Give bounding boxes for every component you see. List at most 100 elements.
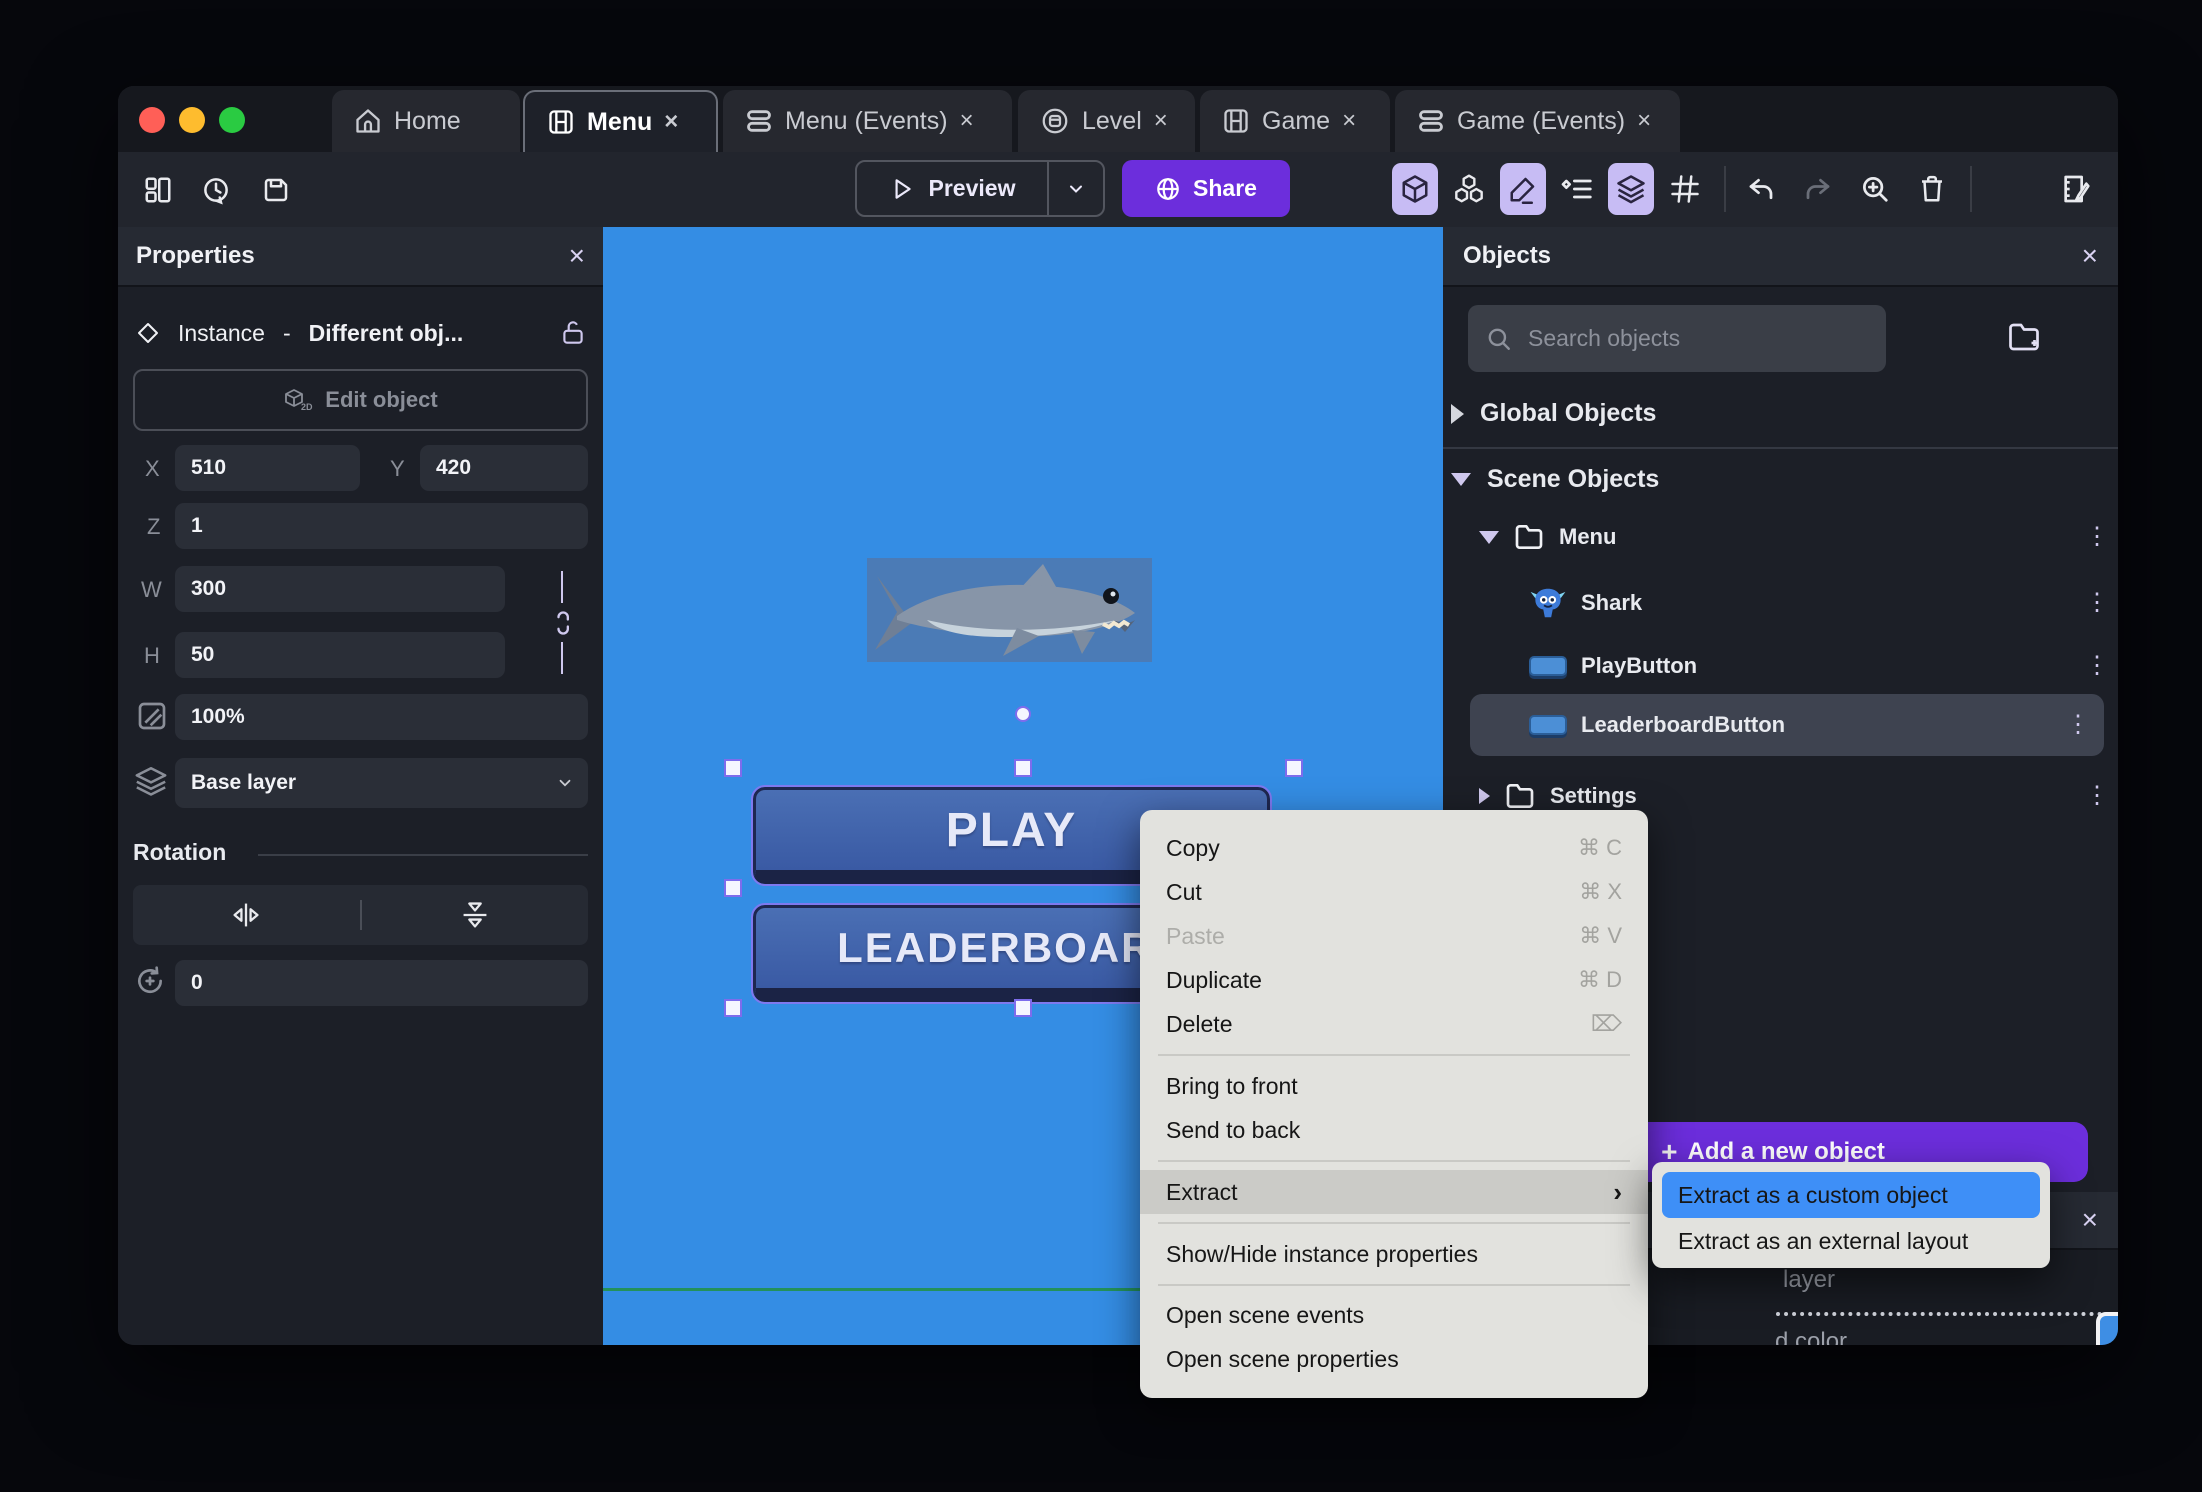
tab-label: Game [1262, 106, 1331, 135]
kebab-menu-icon[interactable]: ⋮ [2066, 713, 2090, 737]
selection-handle-top-center[interactable] [1014, 759, 1032, 777]
rotation-angle-field[interactable] [175, 960, 588, 1006]
selection-handle-mid-left[interactable] [724, 879, 742, 897]
object-search-box[interactable] [1468, 305, 1886, 372]
search-input[interactable] [1526, 324, 1826, 353]
traffic-light-zoom-button[interactable] [219, 107, 245, 133]
menu-item-extract[interactable]: Extract › [1140, 1170, 1648, 1215]
kebab-menu-icon[interactable]: ⋮ [2085, 784, 2109, 808]
share-button[interactable]: Share [1122, 160, 1290, 217]
traffic-light-close-button[interactable] [139, 107, 165, 133]
rotate-angle-icon [134, 965, 166, 997]
tab-level[interactable]: Level × [1018, 90, 1195, 152]
global-objects-group[interactable]: Global Objects [1451, 399, 1656, 428]
pencil-icon[interactable] [1500, 163, 1546, 215]
selection-handle-top-right[interactable] [1285, 759, 1303, 777]
preview-button[interactable]: Preview [857, 162, 1047, 215]
objects-group-icon[interactable] [1446, 163, 1492, 215]
tree-item-label: Shark [1581, 590, 1643, 615]
preview-dropdown-button[interactable] [1049, 162, 1103, 215]
globe-icon [1155, 176, 1181, 202]
traffic-light-minimize-button[interactable] [179, 107, 205, 133]
tab-home[interactable]: Home [332, 90, 520, 152]
background-color-swatch[interactable] [2096, 1312, 2118, 1345]
leaderboard-button-label: LEADERBOARD [837, 924, 1186, 971]
y-field[interactable] [420, 445, 588, 491]
menu-item-delete[interactable]: Delete ⌦ [1140, 1002, 1648, 1046]
selection-handle-top-left[interactable] [724, 759, 742, 777]
objects-panel-title: Objects [1463, 242, 1552, 269]
tree-row-leaderboardbutton-selected[interactable]: LeaderboardButton ⋮ [1470, 694, 2104, 756]
close-icon[interactable]: × [569, 242, 585, 270]
flip-horizontal-icon [230, 900, 262, 930]
caret-right-icon [1451, 403, 1464, 424]
menu-item-shortcut: ⌘ C [1578, 835, 1622, 861]
rotation-handle[interactable] [1015, 706, 1031, 722]
cube-2d-icon: 2D [283, 387, 313, 413]
menu-item-send-to-back[interactable]: Send to back [1140, 1108, 1648, 1152]
folder-icon [1513, 521, 1545, 553]
h-field[interactable] [175, 632, 505, 678]
trash-icon[interactable] [1909, 163, 1955, 215]
zoom-in-icon[interactable] [1852, 163, 1898, 215]
tab-close-icon[interactable]: × [960, 107, 974, 135]
rename-icon[interactable] [2050, 163, 2100, 215]
tree-row-shark[interactable]: Shark ⋮ [1529, 579, 2109, 627]
w-field[interactable] [175, 566, 505, 612]
flip-horizontal-button[interactable] [133, 900, 360, 930]
close-icon[interactable]: × [2082, 1206, 2098, 1234]
kebab-menu-icon[interactable]: ⋮ [2085, 591, 2109, 615]
tree-item-label: Menu [1559, 524, 1617, 549]
tab-game[interactable]: Game × [1200, 90, 1390, 152]
kebab-menu-icon[interactable]: ⋮ [2085, 654, 2109, 678]
menu-item-paste[interactable]: Paste ⌘ V [1140, 914, 1648, 958]
unlock-icon[interactable] [560, 319, 586, 347]
layers-icon[interactable] [1608, 163, 1654, 215]
tab-game-events[interactable]: Game (Events) × [1395, 90, 1680, 152]
tab-menu[interactable]: Menu × [523, 90, 718, 152]
scene-objects-group[interactable]: Scene Objects [1451, 465, 1659, 494]
link-size-icon[interactable] [548, 609, 576, 637]
menu-item-cut[interactable]: Cut ⌘ X [1140, 870, 1648, 914]
redo-icon[interactable] [1795, 163, 1841, 215]
menu-item-copy[interactable]: Copy ⌘ C [1140, 826, 1648, 870]
tab-menu-events[interactable]: Menu (Events) × [723, 90, 1012, 152]
x-field[interactable] [175, 445, 360, 491]
toolbar-divider [1970, 166, 1972, 212]
layout-icon[interactable] [136, 168, 180, 212]
menu-item-open-scene-events[interactable]: Open scene events [1140, 1294, 1648, 1338]
instance-list-icon[interactable] [1554, 163, 1600, 215]
z-field[interactable] [175, 503, 588, 549]
delete-key-icon: ⌦ [1590, 1011, 1622, 1037]
tab-close-icon[interactable]: × [1637, 107, 1651, 135]
menu-item-duplicate[interactable]: Duplicate ⌘ D [1140, 958, 1648, 1002]
grid-icon[interactable] [1662, 163, 1708, 215]
submenu-item-extract-external-layout[interactable]: Extract as an external layout [1662, 1218, 2040, 1264]
undo-icon[interactable] [1738, 163, 1784, 215]
submenu-item-extract-custom-object[interactable]: Extract as a custom object [1662, 1172, 2040, 1218]
tree-row-playbutton[interactable]: PlayButton ⋮ [1529, 642, 2109, 690]
tab-close-icon[interactable]: × [1342, 107, 1356, 135]
flip-vertical-button[interactable] [362, 899, 589, 931]
kebab-menu-icon[interactable]: ⋮ [2085, 525, 2109, 549]
menu-item-show-hide-instance-properties[interactable]: Show/Hide instance properties [1140, 1232, 1648, 1276]
tab-close-icon[interactable]: × [1154, 107, 1168, 135]
menu-item-bring-to-front[interactable]: Bring to front [1140, 1064, 1648, 1108]
menu-item-label: Bring to front [1166, 1072, 1298, 1099]
history-icon[interactable] [194, 168, 238, 212]
add-folder-icon[interactable] [2006, 319, 2042, 355]
menu-item-open-scene-properties[interactable]: Open scene properties [1140, 1338, 1648, 1382]
selection-handle-bottom-left[interactable] [724, 999, 742, 1017]
layer-select[interactable]: Base layer [175, 758, 588, 808]
menu-item-label: Duplicate [1166, 966, 1262, 993]
shark-sprite[interactable] [867, 558, 1152, 662]
tab-close-icon[interactable]: × [664, 108, 678, 136]
cube-3d-icon[interactable] [1392, 163, 1438, 215]
opacity-field[interactable] [175, 694, 588, 740]
close-icon[interactable]: × [2082, 242, 2098, 270]
group-label: Scene Objects [1487, 465, 1660, 493]
edit-object-button[interactable]: 2D Edit object [133, 369, 588, 431]
tree-row-menu-folder[interactable]: Menu ⋮ [1479, 513, 2109, 561]
save-icon[interactable] [254, 168, 298, 212]
selection-handle-bottom-center[interactable] [1014, 999, 1032, 1017]
